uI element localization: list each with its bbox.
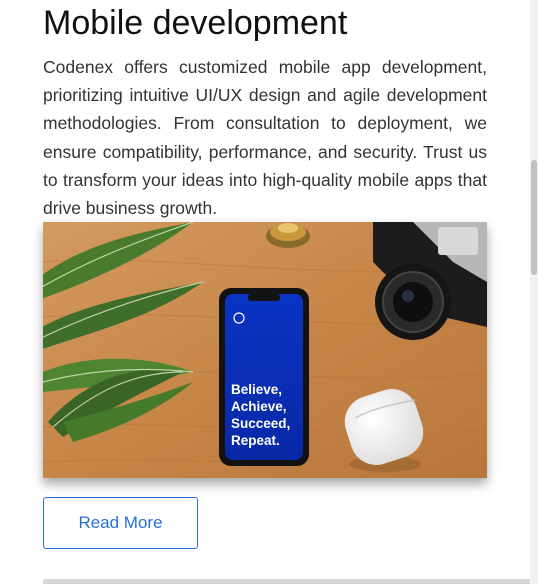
section-title: Mobile development	[43, 4, 348, 42]
article-section: Mobile development Codenex offers custom…	[0, 0, 530, 584]
section-divider	[43, 579, 530, 584]
scrollbar-thumb[interactable]	[531, 160, 537, 275]
camera	[373, 222, 487, 340]
read-more-button[interactable]: Read More	[43, 497, 198, 549]
page-scrollbar[interactable]	[530, 0, 538, 584]
phone-line-2: Achieve,	[231, 399, 287, 414]
phone-line-4: Repeat.	[231, 433, 280, 448]
phone-line-1: Believe,	[231, 382, 282, 397]
section-description: Codenex offers customized mobile app dev…	[43, 57, 487, 219]
smartphone: Believe, Achieve, Succeed, Repeat.	[219, 288, 309, 466]
phone-line-3: Succeed,	[231, 416, 290, 431]
hero-image: Believe, Achieve, Succeed, Repeat.	[43, 222, 487, 478]
